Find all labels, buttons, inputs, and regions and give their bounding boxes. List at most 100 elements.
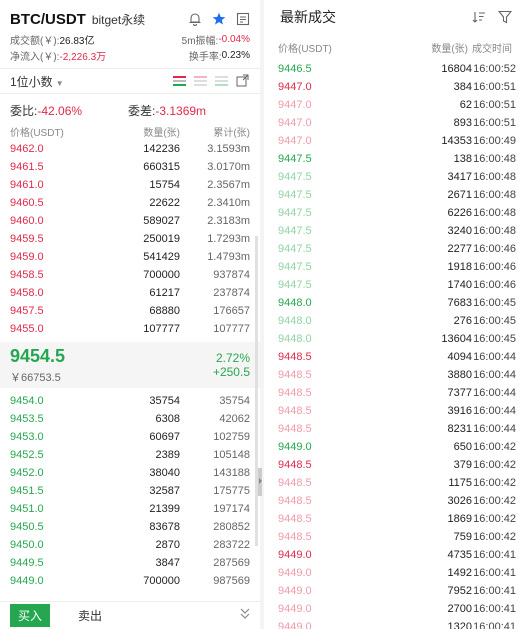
trade-row[interactable]: 9448.5 1869 16:00:42: [264, 510, 522, 528]
bid-qty: 21399: [149, 503, 180, 515]
bids-view-icon[interactable]: [215, 76, 228, 86]
trade-row[interactable]: 9448.5 1175 16:00:42: [264, 474, 522, 492]
buy-button[interactable]: 买入: [10, 604, 51, 627]
trade-time: 16:00:42: [473, 441, 516, 453]
trade-qty: 3417: [447, 171, 472, 183]
bid-row[interactable]: 9454.0 35754 35754: [0, 392, 260, 410]
trade-qty: 2277: [447, 243, 472, 255]
trade-row[interactable]: 9449.0 1320 16:00:41: [264, 618, 522, 629]
trades-col-qty: 数量(张): [431, 43, 468, 55]
sell-button[interactable]: 卖出: [78, 607, 102, 624]
trade-time: 16:00:42: [473, 459, 516, 471]
trade-row[interactable]: 9447.5 2671 16:00:48: [264, 186, 522, 204]
trade-row[interactable]: 9448.0 276 16:00:45: [264, 312, 522, 330]
decimals-select[interactable]: 1位小数 ▼: [10, 73, 64, 90]
bid-cum: 105148: [213, 449, 250, 461]
ask-row[interactable]: 9460.5 22622 2.3410m: [0, 194, 260, 212]
ask-row[interactable]: 9455.0 107777 107777: [0, 320, 260, 338]
star-icon[interactable]: [212, 12, 226, 26]
ask-cum: 1.7293m: [207, 233, 250, 245]
bid-row[interactable]: 9451.0 21399 197174: [0, 500, 260, 518]
expand-icon[interactable]: [236, 74, 250, 88]
trade-row[interactable]: 9447.5 2277 16:00:46: [264, 240, 522, 258]
bid-row[interactable]: 9452.5 2389 105148: [0, 446, 260, 464]
bid-cum: 175775: [213, 485, 250, 497]
trade-row[interactable]: 9448.0 13604 16:00:45: [264, 330, 522, 348]
trade-time: 16:00:44: [473, 369, 516, 381]
bid-row[interactable]: 9453.0 60697 102759: [0, 428, 260, 446]
trade-qty: 3916: [447, 405, 472, 417]
bid-row[interactable]: 9453.5 6308 42062: [0, 410, 260, 428]
bid-price: 9451.0: [10, 503, 44, 515]
ask-row[interactable]: 9458.5 700000 937874: [0, 266, 260, 284]
trade-price: 9448.0: [278, 297, 312, 309]
panel-resize-handle[interactable]: [258, 468, 262, 496]
trade-qty: 1320: [447, 621, 472, 629]
trade-row[interactable]: 9447.0 893 16:00:51: [264, 114, 522, 132]
trade-row[interactable]: 9447.5 3417 16:00:48: [264, 168, 522, 186]
ask-row[interactable]: 9462.0 142236 3.1593m: [0, 140, 260, 158]
ask-row[interactable]: 9461.5 660315 3.0170m: [0, 158, 260, 176]
ask-qty: 589027: [143, 215, 180, 227]
trade-time: 16:00:48: [473, 225, 516, 237]
bid-price: 9450.0: [10, 539, 44, 551]
trade-row[interactable]: 9449.0 4735 16:00:41: [264, 546, 522, 564]
ask-cum: 2.3567m: [207, 179, 250, 191]
bid-row[interactable]: 9450.0 2870 283722: [0, 536, 260, 554]
trade-qty: 1740: [447, 279, 472, 291]
trade-row[interactable]: 9448.5 379 16:00:42: [264, 456, 522, 474]
trade-qty: 1869: [447, 513, 472, 525]
bid-row[interactable]: 9449.0 700000 987569: [0, 572, 260, 590]
trade-row[interactable]: 9449.0 650 16:00:42: [264, 438, 522, 456]
trade-time: 16:00:42: [473, 495, 516, 507]
trade-row[interactable]: 9447.5 6226 16:00:48: [264, 204, 522, 222]
last-price-block: 9454.5 ￥66753.5 2.72% +250.5: [0, 342, 260, 388]
bid-qty: 2870: [155, 539, 180, 551]
trade-row[interactable]: 9449.0 2700 16:00:41: [264, 600, 522, 618]
commission-diff-label: 委差:: [128, 103, 156, 118]
trade-row[interactable]: 9446.5 16804 16:00:52: [264, 60, 522, 78]
trade-row[interactable]: 9449.0 7952 16:00:41: [264, 582, 522, 600]
bell-icon[interactable]: [188, 12, 202, 26]
bid-row[interactable]: 9449.5 3847 287569: [0, 554, 260, 572]
ask-qty: 107777: [143, 323, 180, 335]
trade-qty: 1175: [448, 477, 472, 489]
settings-icon[interactable]: [236, 12, 250, 26]
ask-cum: 937874: [213, 269, 250, 281]
trade-time: 16:00:41: [473, 621, 516, 629]
bid-row[interactable]: 9452.0 38040 143188: [0, 464, 260, 482]
trade-row[interactable]: 9448.5 3026 16:00:42: [264, 492, 522, 510]
trade-row[interactable]: 9448.5 7377 16:00:44: [264, 384, 522, 402]
trade-row[interactable]: 9447.5 1740 16:00:46: [264, 276, 522, 294]
trade-row[interactable]: 9447.5 3240 16:00:48: [264, 222, 522, 240]
trade-row[interactable]: 9448.5 8231 16:00:44: [264, 420, 522, 438]
trade-row[interactable]: 9448.0 7683 16:00:45: [264, 294, 522, 312]
symbol-title[interactable]: BTC/USDT: [10, 11, 86, 28]
both-sides-view-icon[interactable]: [173, 76, 186, 86]
orderbook-scrollbar[interactable]: [255, 236, 258, 546]
trade-row[interactable]: 9448.5 4094 16:00:44: [264, 348, 522, 366]
ask-row[interactable]: 9460.0 589027 2.3183m: [0, 212, 260, 230]
trade-row[interactable]: 9449.0 1492 16:00:41: [264, 564, 522, 582]
ask-row[interactable]: 9459.0 541429 1.4793m: [0, 248, 260, 266]
trade-row[interactable]: 9448.5 3916 16:00:44: [264, 402, 522, 420]
trade-row[interactable]: 9448.5 3880 16:00:44: [264, 366, 522, 384]
sort-icon[interactable]: [472, 10, 486, 24]
trade-row[interactable]: 9448.5 759 16:00:42: [264, 528, 522, 546]
bid-row[interactable]: 9451.5 32587 175775: [0, 482, 260, 500]
ask-row[interactable]: 9458.0 61217 237874: [0, 284, 260, 302]
ask-row[interactable]: 9457.5 68880 176657: [0, 302, 260, 320]
trade-row[interactable]: 9447.0 14353 16:00:49: [264, 132, 522, 150]
trade-row[interactable]: 9447.5 1918 16:00:46: [264, 258, 522, 276]
filter-icon[interactable]: [497, 10, 513, 24]
trade-row[interactable]: 9447.0 62 16:00:51: [264, 96, 522, 114]
asks-view-icon[interactable]: [194, 76, 207, 86]
collapse-icon[interactable]: [240, 608, 250, 623]
ask-row[interactable]: 9461.0 15754 2.3567m: [0, 176, 260, 194]
trade-bottom-bar: 买入 卖出: [0, 601, 260, 629]
bid-row[interactable]: 9450.5 83678 280852: [0, 518, 260, 536]
ask-row[interactable]: 9459.5 250019 1.7293m: [0, 230, 260, 248]
ask-qty: 250019: [143, 233, 180, 245]
trade-row[interactable]: 9447.5 138 16:00:48: [264, 150, 522, 168]
trade-row[interactable]: 9447.0 384 16:00:51: [264, 78, 522, 96]
